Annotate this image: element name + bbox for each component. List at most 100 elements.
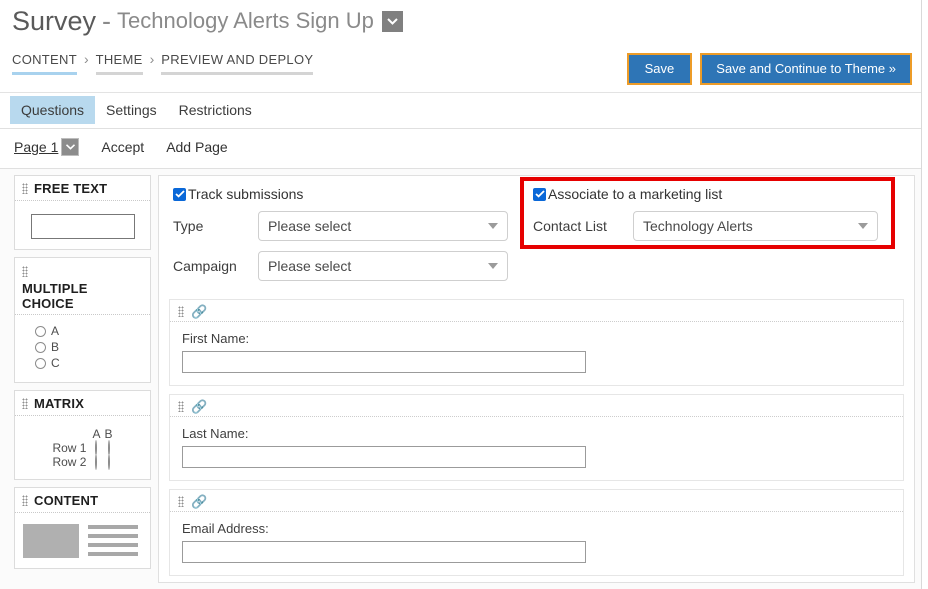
drag-handle-icon[interactable]: [22, 266, 28, 278]
drag-handle-icon[interactable]: [178, 401, 184, 412]
add-page-button[interactable]: Add Page: [166, 139, 228, 155]
question-card-email-address[interactable]: 🔗 Email Address:: [169, 489, 904, 576]
drag-handle-icon[interactable]: [22, 183, 28, 194]
editor-body: FREE TEXT MULTIPLE CHOICE A B C MATRIX A…: [0, 169, 921, 589]
palette-item-multiple-choice[interactable]: MULTIPLE CHOICE A B C: [14, 257, 151, 383]
type-select[interactable]: Please select: [258, 211, 508, 241]
page-title: Survey - Technology Alerts Sign Up: [12, 4, 403, 38]
tab-restrictions[interactable]: Restrictions: [168, 96, 263, 124]
question-card-body: First Name:: [170, 322, 903, 385]
associate-marketing-list-row: Associate to a marketing list: [533, 186, 878, 202]
type-label: Type: [173, 218, 204, 234]
chevron-down-icon: [488, 223, 498, 229]
track-submissions-label: Track submissions: [188, 186, 304, 202]
question-label: Email Address:: [182, 521, 269, 536]
matrix-corner: [50, 427, 90, 441]
contact-list-select-value: Technology Alerts: [643, 218, 753, 234]
marketing-list-section: Associate to a marketing list Contact Li…: [520, 177, 895, 251]
question-card-header: 🔗: [170, 300, 903, 322]
contact-list-select[interactable]: Technology Alerts: [633, 211, 878, 241]
drag-handle-icon[interactable]: [178, 496, 184, 507]
breadcrumb-separator: ›: [149, 51, 155, 67]
matrix-row-label: Row 1: [52, 441, 87, 455]
choice-option: C: [35, 356, 142, 370]
link-icon[interactable]: 🔗: [191, 400, 207, 413]
radio-icon: [35, 357, 46, 369]
question-type-palette: FREE TEXT MULTIPLE CHOICE A B C MATRIX A…: [14, 175, 151, 576]
matrix-preview-table: A B Row 1 Row 2: [50, 427, 115, 470]
palette-item-free-text[interactable]: FREE TEXT: [14, 175, 151, 250]
question-card-last-name[interactable]: 🔗 Last Name:: [169, 394, 904, 481]
choice-option-label: A: [51, 324, 60, 338]
choice-option-label: B: [51, 340, 60, 354]
matrix-cell: [103, 440, 115, 456]
survey-editor-page: Survey - Technology Alerts Sign Up CONTE…: [0, 0, 928, 589]
tab-bar: Questions Settings Restrictions: [10, 96, 263, 124]
page-toolbar: Page 1 Accept Add Page: [14, 138, 228, 156]
link-icon[interactable]: 🔗: [191, 495, 207, 508]
type-select-value: Please select: [268, 218, 352, 234]
title-chevron-down-icon[interactable]: [381, 10, 403, 32]
email-address-input[interactable]: [182, 541, 586, 563]
choice-option: A: [35, 324, 142, 338]
question-label: First Name:: [182, 331, 250, 346]
drag-handle-icon[interactable]: [178, 306, 184, 317]
question-card-first-name[interactable]: 🔗 First Name:: [169, 299, 904, 386]
page-title-dash: -: [102, 5, 112, 36]
chevron-down-icon: [858, 223, 868, 229]
page-chevron-down-icon[interactable]: [61, 138, 80, 156]
matrix-cell: [90, 440, 102, 456]
palette-item-content[interactable]: CONTENT: [14, 487, 151, 569]
page-title-subtitle: Technology Alerts Sign Up: [117, 8, 374, 33]
campaign-select-value: Please select: [268, 258, 352, 274]
track-submissions-row: Track submissions: [173, 186, 528, 202]
breadcrumb-item-content[interactable]: CONTENT: [12, 52, 77, 75]
choice-option: B: [35, 340, 142, 354]
free-text-preview-box: [30, 214, 135, 239]
palette-item-title: FREE TEXT: [34, 181, 108, 196]
drag-handle-icon[interactable]: [22, 495, 28, 506]
palette-item-preview: A B Row 1 Row 2: [15, 416, 150, 479]
last-name-input[interactable]: [182, 446, 586, 468]
link-icon[interactable]: 🔗: [191, 305, 207, 318]
tab-bar-divider: [0, 128, 921, 129]
tab-settings[interactable]: Settings: [95, 96, 168, 124]
matrix-cell: [103, 454, 115, 470]
breadcrumb-item-preview-and-deploy[interactable]: PREVIEW AND DEPLOY: [161, 52, 314, 75]
radio-icon: [95, 454, 98, 470]
palette-item-title: MATRIX: [34, 396, 85, 411]
track-submissions-checkbox[interactable]: [173, 187, 186, 201]
image-placeholder-icon: [23, 524, 79, 558]
radio-icon: [35, 341, 46, 353]
palette-item-title: MULTIPLE CHOICE: [22, 281, 88, 311]
drag-handle-icon[interactable]: [22, 398, 28, 409]
matrix-column-header: A: [92, 427, 101, 441]
question-canvas: Track submissions Type Please select Cam…: [158, 175, 915, 583]
save-button[interactable]: Save: [626, 53, 693, 85]
question-card-body: Email Address:: [170, 512, 903, 575]
header-actions: Save Save and Continue to Theme »: [626, 53, 912, 85]
associate-marketing-list-checkbox[interactable]: [533, 187, 546, 201]
chevron-down-icon: [488, 263, 498, 269]
tab-questions[interactable]: Questions: [10, 96, 96, 124]
palette-item-matrix[interactable]: MATRIX A B Row 1 Row 2: [14, 390, 151, 480]
page-selector-label[interactable]: Page 1: [14, 139, 58, 155]
campaign-select[interactable]: Please select: [258, 251, 508, 281]
palette-item-title: CONTENT: [34, 493, 99, 508]
tracking-settings: Track submissions Type Please select Cam…: [169, 177, 904, 291]
save-and-continue-button[interactable]: Save and Continue to Theme »: [700, 53, 912, 85]
question-card-header: 🔗: [170, 490, 903, 512]
question-label: Last Name:: [182, 426, 249, 441]
palette-item-header: MULTIPLE CHOICE: [15, 258, 150, 315]
breadcrumb: CONTENT › THEME › PREVIEW AND DEPLOY: [12, 51, 314, 75]
text-lines-icon: [88, 524, 138, 556]
breadcrumb-item-theme[interactable]: THEME: [95, 52, 143, 75]
question-card-body: Last Name:: [170, 417, 903, 480]
first-name-input[interactable]: [182, 351, 586, 373]
matrix-cell: [90, 454, 102, 470]
matrix-row-label: Row 2: [52, 455, 87, 469]
accept-button[interactable]: Accept: [101, 139, 144, 155]
palette-item-header: FREE TEXT: [15, 176, 150, 201]
radio-icon: [107, 454, 110, 470]
campaign-label: Campaign: [173, 258, 237, 274]
